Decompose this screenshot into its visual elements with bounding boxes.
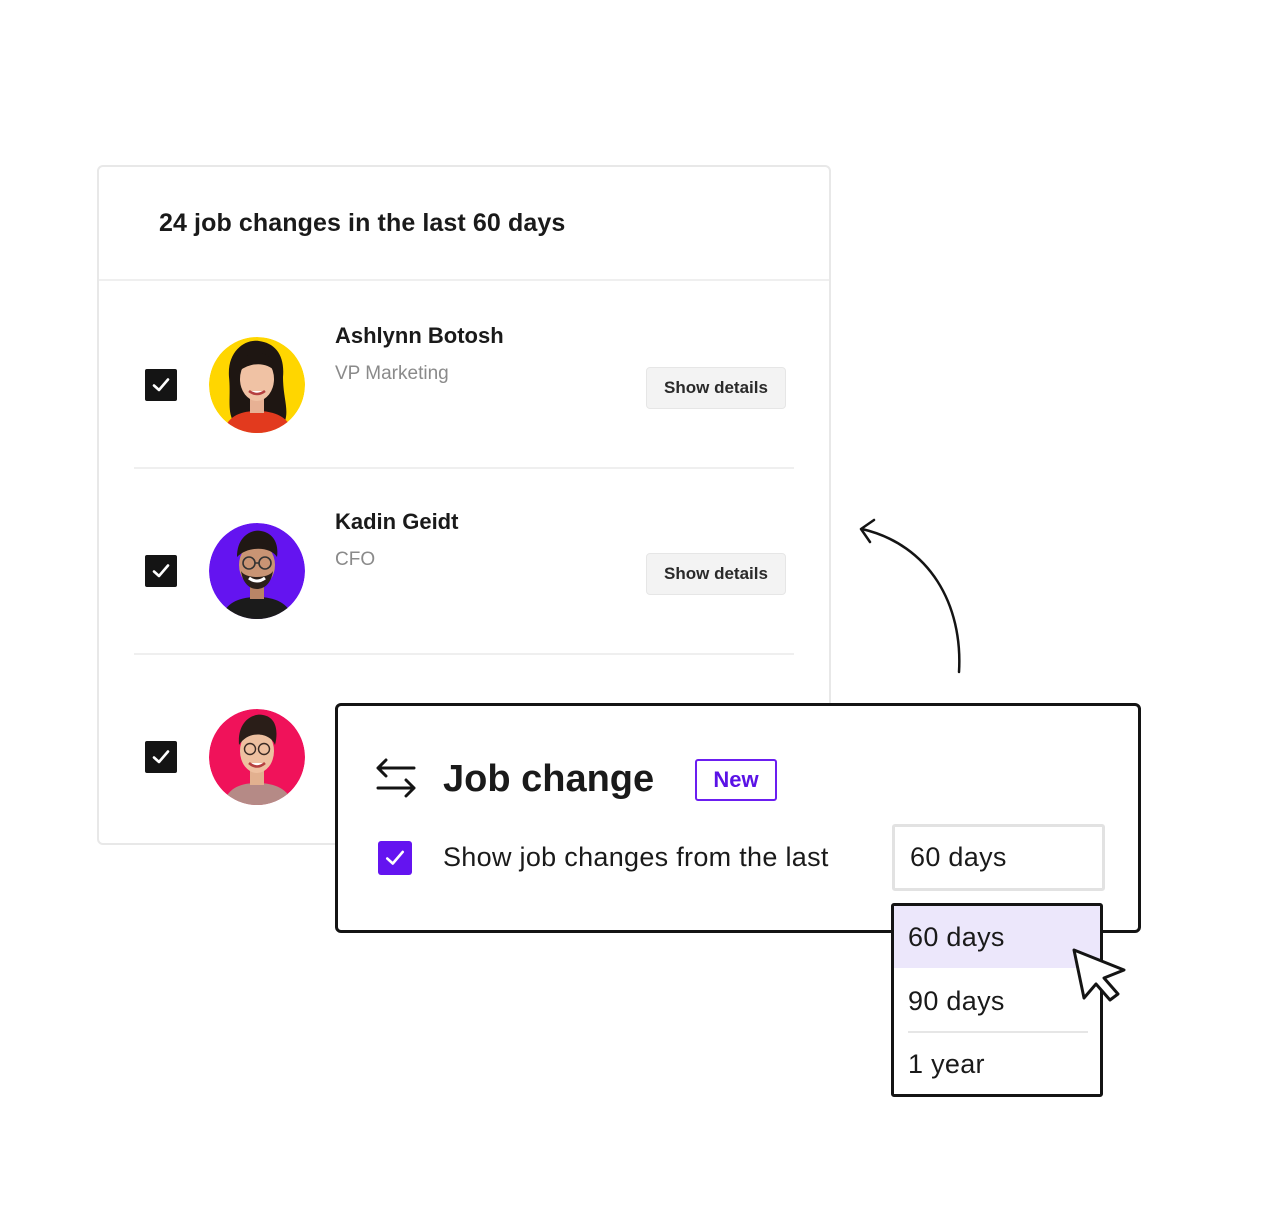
show-details-button[interactable]: Show details <box>646 367 786 409</box>
avatar <box>209 709 305 805</box>
new-badge: New <box>695 759 777 801</box>
checkmark-icon <box>152 378 170 392</box>
period-select[interactable]: 60 days <box>892 824 1105 891</box>
row-checkbox[interactable] <box>145 369 177 401</box>
person-name: Kadin Geidt <box>335 509 459 534</box>
card-title: 24 job changes in the last 60 days <box>159 208 566 237</box>
person-name: Ashlynn Botosh <box>335 323 504 348</box>
row-checkbox[interactable] <box>145 741 177 773</box>
job-change-option-label: Show job changes from the last <box>443 842 829 872</box>
panel-title: Job change <box>443 758 655 800</box>
mouse-cursor-icon <box>1072 948 1126 1002</box>
swap-arrows-icon <box>376 758 416 798</box>
dropdown-option-1-year[interactable]: 1 year <box>894 1033 1100 1094</box>
checkmark-icon <box>152 750 170 764</box>
card-header: 24 job changes in the last 60 days <box>99 167 829 281</box>
curved-arrow-icon <box>859 518 961 674</box>
checkmark-icon <box>152 564 170 578</box>
avatar <box>209 523 305 619</box>
show-details-button[interactable]: Show details <box>646 553 786 595</box>
avatar <box>209 337 305 433</box>
job-change-checkbox[interactable] <box>378 841 412 875</box>
person-title: CFO <box>335 549 376 570</box>
job-change-panel: Job change New Show job changes from the… <box>335 703 1141 933</box>
row-checkbox[interactable] <box>145 555 177 587</box>
person-title: VP Marketing <box>335 363 449 384</box>
checkmark-icon <box>385 850 405 865</box>
person-row: Kadin Geidt CFO Show details <box>134 467 794 655</box>
person-row: Ashlynn Botosh VP Marketing Show details <box>134 281 794 469</box>
